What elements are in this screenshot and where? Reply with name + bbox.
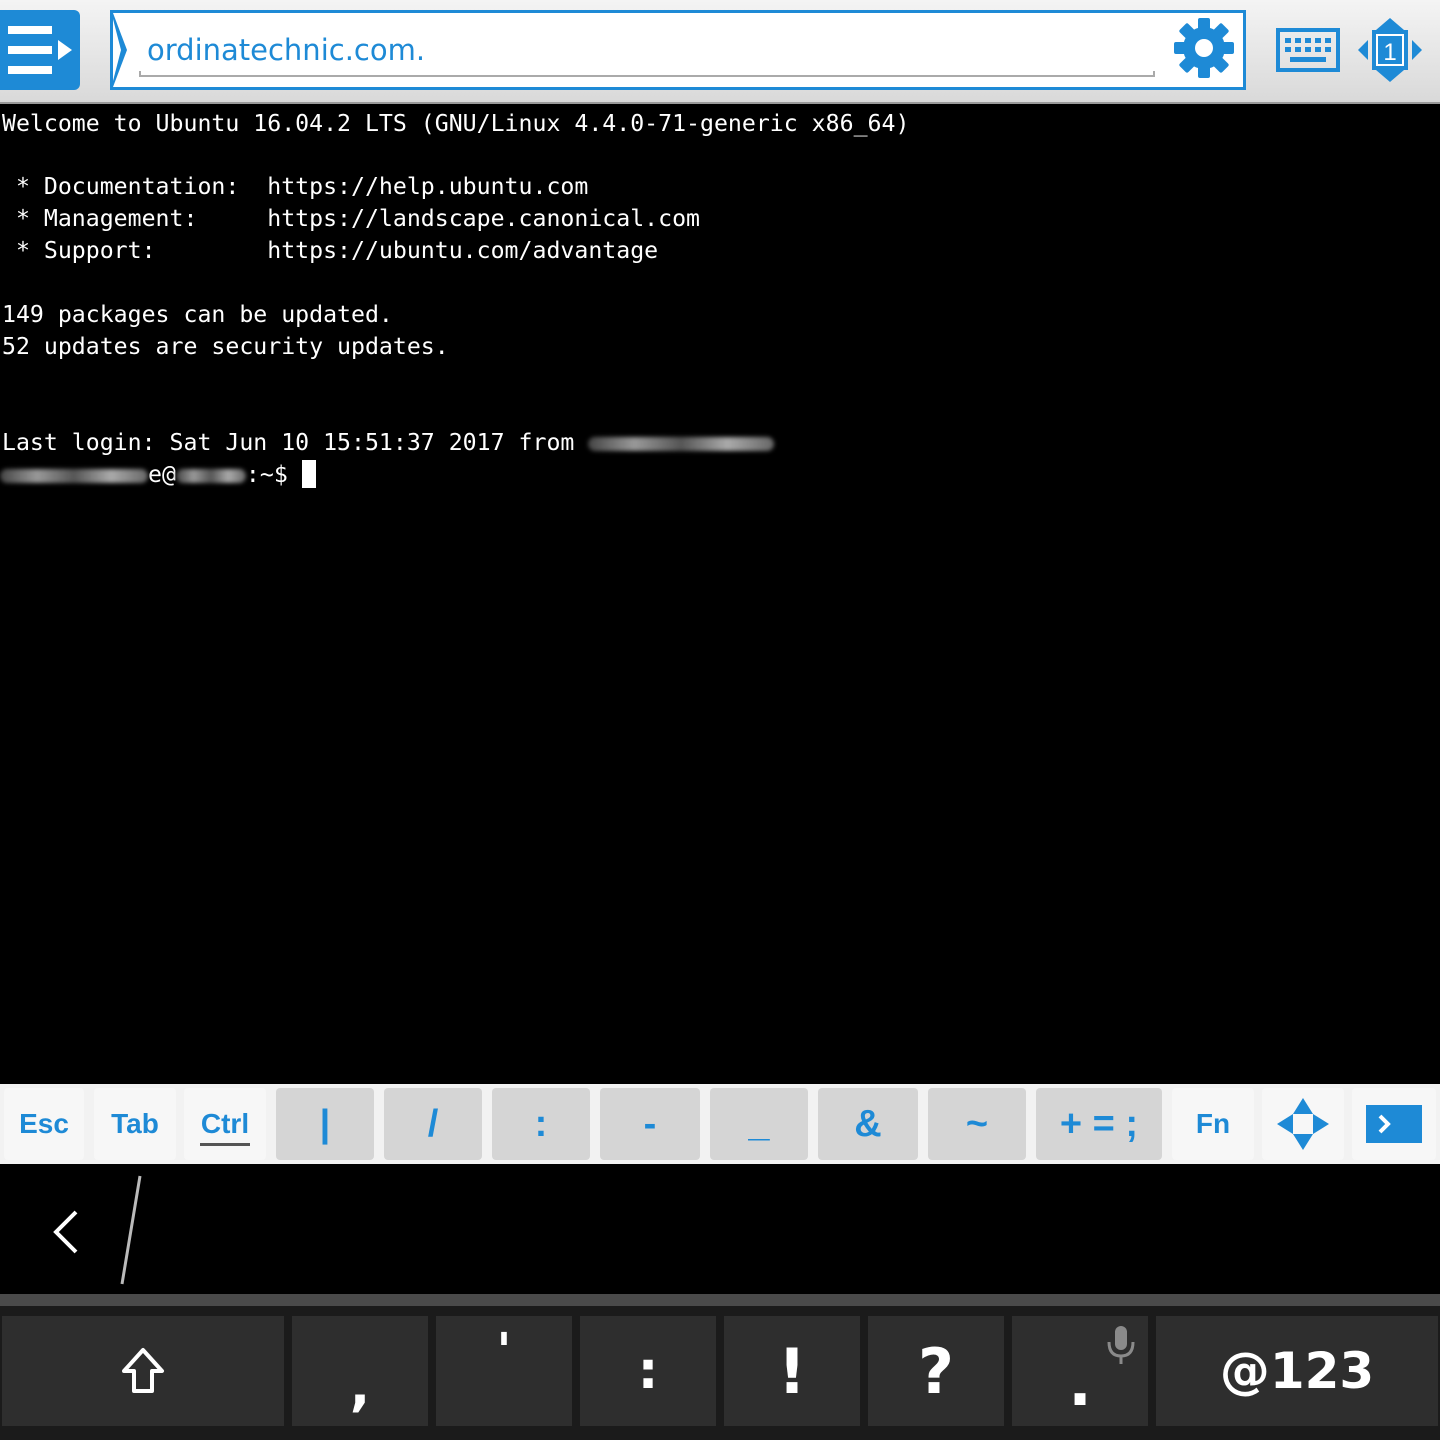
ampersand-key[interactable]: & bbox=[818, 1088, 918, 1160]
prompt-suffix: :~$ bbox=[245, 461, 302, 488]
dash-key[interactable]: - bbox=[600, 1088, 700, 1160]
terminal-line: 52 updates are security updates. bbox=[2, 333, 449, 360]
last-login-text: Last login: Sat Jun 10 15:51:37 2017 fro… bbox=[2, 429, 589, 456]
fn-key[interactable]: Fn bbox=[1172, 1088, 1254, 1160]
chevron-right-icon bbox=[113, 13, 127, 87]
terminal-line: * Management: https://landscape.canonica… bbox=[2, 205, 701, 232]
keyboard-icon[interactable] bbox=[1276, 28, 1340, 72]
menu-icon-bar bbox=[8, 66, 52, 74]
pipe-key-label: | bbox=[319, 1102, 331, 1145]
colon-key-soft[interactable]: : bbox=[580, 1316, 716, 1426]
separator-line bbox=[120, 1175, 142, 1285]
slash-key-label: / bbox=[427, 1102, 439, 1145]
comma-key[interactable]: , bbox=[292, 1316, 428, 1426]
ctrl-underline bbox=[200, 1143, 250, 1146]
terminal-line: * Documentation: https://help.ubuntu.com bbox=[2, 173, 589, 200]
menu-arrow-icon bbox=[58, 40, 72, 60]
symbols-key[interactable]: @123 bbox=[1156, 1316, 1438, 1426]
ctrl-key-label: Ctrl bbox=[200, 1108, 250, 1139]
ampersand-key-label: & bbox=[854, 1102, 882, 1145]
chevron-right-icon bbox=[1366, 1105, 1422, 1143]
terminal-line: 149 packages can be updated. bbox=[2, 301, 393, 328]
underscore-key-label: _ bbox=[748, 1102, 770, 1145]
menu-icon bbox=[8, 26, 52, 34]
pipe-key[interactable]: | bbox=[276, 1088, 374, 1160]
exclamation-key[interactable]: ! bbox=[724, 1316, 860, 1426]
question-key-label: ? bbox=[918, 1334, 954, 1408]
top-toolbar: ordinatechnic.com. 1 bbox=[0, 0, 1440, 104]
redacted-hostname bbox=[175, 468, 246, 483]
address-field[interactable]: ordinatechnic.com. bbox=[110, 10, 1246, 90]
host-address: ordinatechnic.com. bbox=[147, 33, 426, 67]
period-key[interactable]: . bbox=[1012, 1316, 1148, 1426]
prompt-at: e@ bbox=[148, 461, 176, 488]
plus-equals-semicolon-key[interactable]: + = ; bbox=[1036, 1088, 1162, 1160]
menu-icon-bar bbox=[8, 46, 52, 54]
colon-key-soft-label: : bbox=[637, 1341, 659, 1401]
period-key-label: . bbox=[1068, 1346, 1092, 1420]
dpad-arrows-icon bbox=[1277, 1098, 1329, 1150]
soft-keyboard: , ' : ! ? . @123 bbox=[0, 1306, 1440, 1440]
apostrophe-key[interactable]: ' bbox=[436, 1316, 572, 1426]
keyboard-divider bbox=[0, 1294, 1440, 1306]
esc-key[interactable]: Esc bbox=[4, 1088, 84, 1160]
extra-keys-row: Esc Tab Ctrl | / : - _ & ~ + = ; Fn bbox=[0, 1084, 1440, 1164]
session-number: 1 bbox=[1383, 39, 1396, 66]
slash-key[interactable]: / bbox=[384, 1088, 482, 1160]
colon-key-label: : bbox=[534, 1102, 548, 1145]
terminal-line: * Support: https://ubuntu.com/advantage bbox=[2, 237, 659, 264]
prompt-line: e@ :~$ bbox=[0, 459, 316, 491]
more-keys-button[interactable] bbox=[1352, 1088, 1436, 1160]
tilde-key[interactable]: ~ bbox=[928, 1088, 1026, 1160]
dash-key-label: - bbox=[643, 1102, 657, 1145]
chevron-left-icon[interactable] bbox=[50, 1208, 82, 1256]
tab-key-label: Tab bbox=[111, 1108, 159, 1139]
microphone-icon bbox=[1107, 1326, 1135, 1364]
menu-button[interactable] bbox=[0, 10, 80, 90]
terminal-line: Welcome to Ubuntu 16.04.2 LTS (GNU/Linux… bbox=[2, 110, 910, 137]
tab-key[interactable]: Tab bbox=[94, 1088, 176, 1160]
redacted-username bbox=[0, 468, 148, 483]
plus-equals-semicolon-label: + = ; bbox=[1059, 1102, 1139, 1145]
apostrophe-key-label: ' bbox=[496, 1323, 512, 1379]
gear-icon[interactable] bbox=[1172, 16, 1236, 80]
underscore-key[interactable]: _ bbox=[710, 1088, 808, 1160]
redacted-host bbox=[588, 436, 775, 451]
symbols-key-label: @123 bbox=[1219, 1342, 1375, 1400]
arrow-keys-button[interactable] bbox=[1262, 1088, 1344, 1160]
suggestion-strip bbox=[0, 1164, 1440, 1294]
colon-key[interactable]: : bbox=[492, 1088, 590, 1160]
fn-key-label: Fn bbox=[1195, 1108, 1231, 1139]
terminal-cursor bbox=[301, 460, 316, 488]
ctrl-key[interactable]: Ctrl bbox=[184, 1088, 266, 1160]
terminal-screen[interactable]: Welcome to Ubuntu 16.04.2 LTS (GNU/Linux… bbox=[0, 106, 1440, 1082]
esc-key-label: Esc bbox=[19, 1108, 69, 1139]
address-underline bbox=[139, 71, 1155, 77]
last-login-line: Last login: Sat Jun 10 15:51:37 2017 fro… bbox=[2, 427, 775, 459]
comma-key-label: , bbox=[349, 1354, 371, 1418]
question-key[interactable]: ? bbox=[868, 1316, 1004, 1426]
exclamation-key-label: ! bbox=[777, 1334, 807, 1408]
tilde-key-label: ~ bbox=[965, 1102, 989, 1145]
screens-icon[interactable]: 1 bbox=[1356, 16, 1424, 84]
shift-key[interactable] bbox=[2, 1316, 284, 1426]
shift-arrow-icon bbox=[122, 1348, 164, 1393]
